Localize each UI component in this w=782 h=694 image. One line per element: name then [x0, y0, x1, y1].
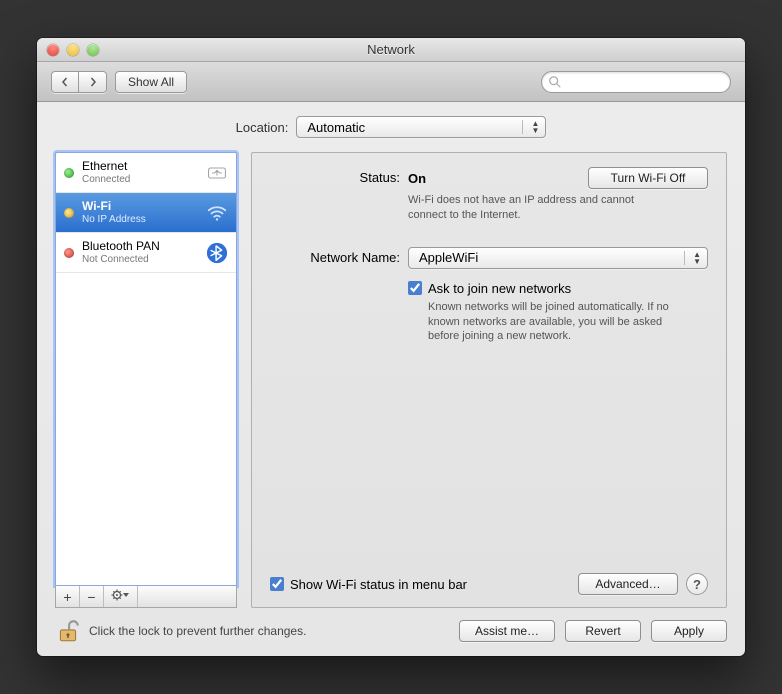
service-list[interactable]: Ethernet Connected Wi-Fi No IP Address [55, 152, 237, 586]
lock-row[interactable]: Click the lock to prevent further change… [55, 618, 306, 644]
location-value: Automatic [307, 120, 365, 135]
ask-join-checkbox-row[interactable]: Ask to join new networks [408, 281, 708, 296]
show-menu-checkbox[interactable] [270, 577, 284, 591]
gear-icon [111, 589, 131, 601]
location-popup[interactable]: Automatic ▲▼ [296, 116, 546, 138]
service-status: Connected [82, 174, 200, 186]
advanced-button[interactable]: Advanced… [578, 573, 678, 595]
apply-button[interactable]: Apply [651, 620, 727, 642]
location-row: Location: Automatic ▲▼ [55, 116, 727, 138]
ask-join-checkbox[interactable] [408, 281, 422, 295]
service-actions-button[interactable] [104, 586, 138, 607]
network-name-label: Network Name: [270, 247, 400, 265]
minimize-window-button[interactable] [67, 44, 79, 56]
service-name: Ethernet [82, 160, 200, 174]
zoom-window-button[interactable] [87, 44, 99, 56]
window-title: Network [37, 42, 745, 57]
titlebar: Network [37, 38, 745, 62]
detail-bottom-row: Show Wi-Fi status in menu bar Advanced… … [270, 573, 708, 595]
search-field-wrap [541, 71, 731, 93]
ask-join-hint: Known networks will be joined automatica… [428, 300, 678, 345]
status-dot-icon [64, 248, 74, 258]
ask-join-label: Ask to join new networks [428, 281, 571, 296]
close-window-button[interactable] [47, 44, 59, 56]
show-all-button[interactable]: Show All [115, 71, 187, 93]
service-name: Wi-Fi [82, 200, 200, 214]
service-status: Not Connected [82, 254, 200, 266]
service-item-wifi[interactable]: Wi-Fi No IP Address [56, 193, 236, 233]
status-dot-icon [64, 168, 74, 178]
status-value: On [408, 171, 426, 186]
toolbar: Show All [37, 62, 745, 102]
network-preferences-window: Network Show All Location: Automatic ▲▼ [37, 38, 745, 656]
forward-button[interactable] [79, 71, 107, 93]
chevron-right-icon [88, 77, 98, 87]
service-item-bluetooth[interactable]: Bluetooth PAN Not Connected [56, 233, 236, 273]
status-label: Status: [270, 167, 400, 185]
content: Location: Automatic ▲▼ Ethernet Connecte… [37, 102, 745, 656]
unlocked-lock-icon [55, 618, 81, 644]
wifi-icon [204, 200, 230, 226]
search-input[interactable] [541, 71, 731, 93]
service-name: Bluetooth PAN [82, 240, 200, 254]
help-button[interactable]: ? [686, 573, 708, 595]
lock-text: Click the lock to prevent further change… [89, 624, 306, 638]
show-menu-label: Show Wi-Fi status in menu bar [290, 577, 467, 592]
network-name-value: AppleWiFi [419, 250, 478, 265]
ethernet-icon [204, 160, 230, 186]
remove-service-button[interactable]: − [80, 586, 104, 607]
network-name-row: Network Name: AppleWiFi ▲▼ Ask to join n… [270, 247, 708, 345]
add-service-button[interactable]: + [56, 586, 80, 607]
detail-pane: Status: On Turn Wi-Fi Off Wi-Fi does not… [251, 152, 727, 608]
status-hint: Wi-Fi does not have an IP address and ca… [408, 193, 668, 223]
show-menu-checkbox-row[interactable]: Show Wi-Fi status in menu bar [270, 577, 467, 592]
nav-segmented [51, 71, 107, 93]
search-icon [548, 75, 562, 89]
network-name-popup[interactable]: AppleWiFi ▲▼ [408, 247, 708, 269]
assist-me-button[interactable]: Assist me… [459, 620, 555, 642]
turn-wifi-off-button[interactable]: Turn Wi-Fi Off [588, 167, 708, 189]
revert-button[interactable]: Revert [565, 620, 641, 642]
sidebar: Ethernet Connected Wi-Fi No IP Address [55, 152, 237, 608]
chevron-left-icon [60, 77, 70, 87]
body: Ethernet Connected Wi-Fi No IP Address [55, 152, 727, 608]
status-row: Status: On Turn Wi-Fi Off Wi-Fi does not… [270, 167, 708, 223]
traffic-lights [47, 44, 99, 56]
footer: Click the lock to prevent further change… [55, 608, 727, 644]
bluetooth-icon [204, 240, 230, 266]
updown-arrows-icon: ▲▼ [684, 251, 701, 265]
service-item-ethernet[interactable]: Ethernet Connected [56, 153, 236, 193]
location-label: Location: [236, 120, 289, 135]
back-button[interactable] [51, 71, 79, 93]
status-dot-icon [64, 208, 74, 218]
service-list-toolbar: + − [55, 586, 237, 608]
updown-arrows-icon: ▲▼ [522, 120, 539, 134]
service-status: No IP Address [82, 214, 200, 226]
